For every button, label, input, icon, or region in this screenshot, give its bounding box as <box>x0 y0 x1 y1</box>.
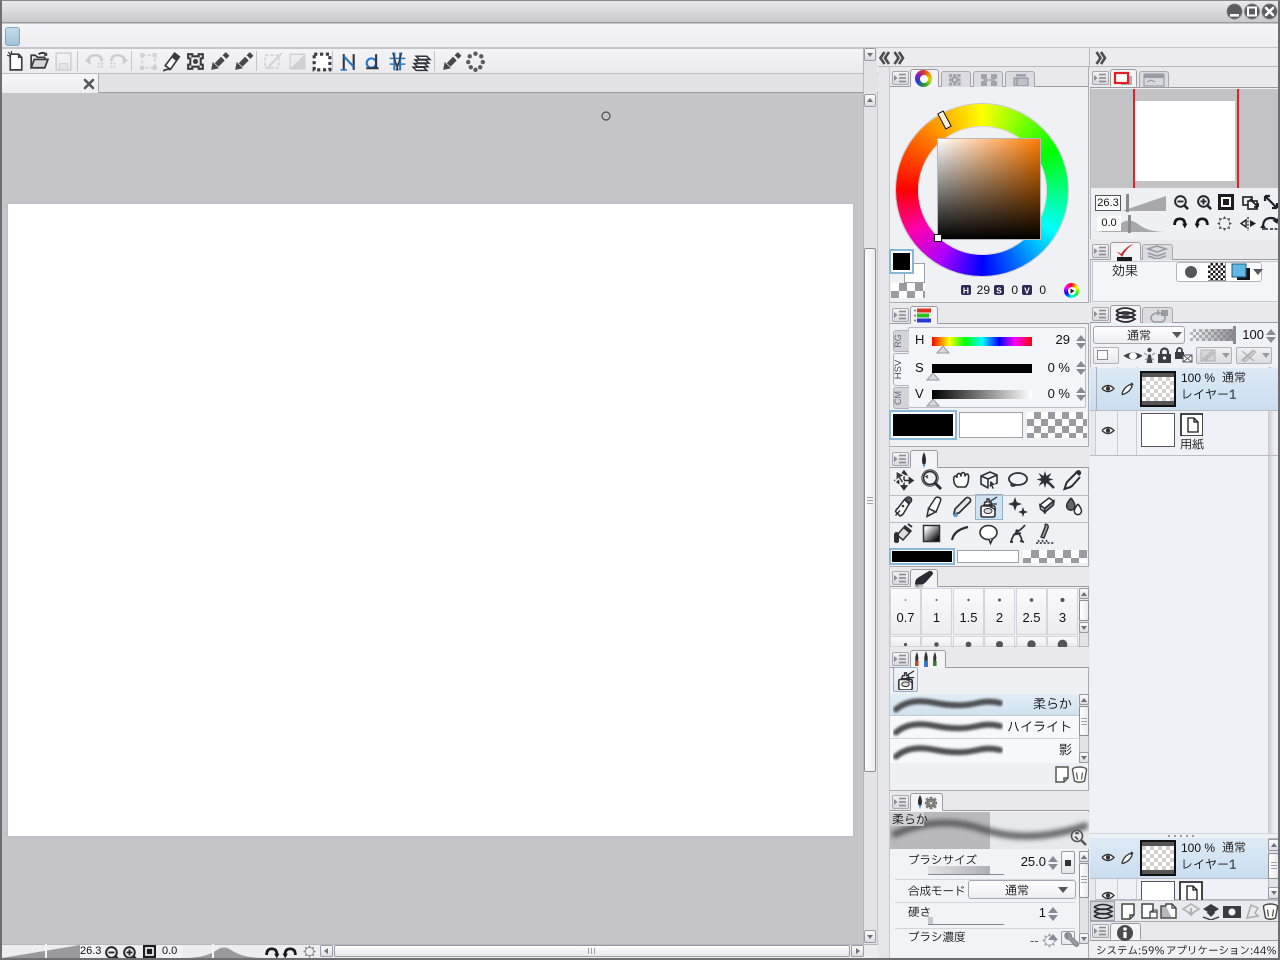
svg-text:RG: RG <box>893 334 903 348</box>
svg-text:1: 1 <box>933 610 940 625</box>
svg-text:H: H <box>963 286 969 296</box>
svg-text:0.7: 0.7 <box>896 610 914 625</box>
svg-text:2: 2 <box>996 610 1003 625</box>
svg-text:1.5: 1.5 <box>959 610 977 625</box>
svg-text:CM: CM <box>893 391 903 405</box>
svg-text:HSV: HSV <box>893 359 904 379</box>
svg-text:3: 3 <box>1059 610 1066 625</box>
svg-text:2.5: 2.5 <box>1022 610 1040 625</box>
